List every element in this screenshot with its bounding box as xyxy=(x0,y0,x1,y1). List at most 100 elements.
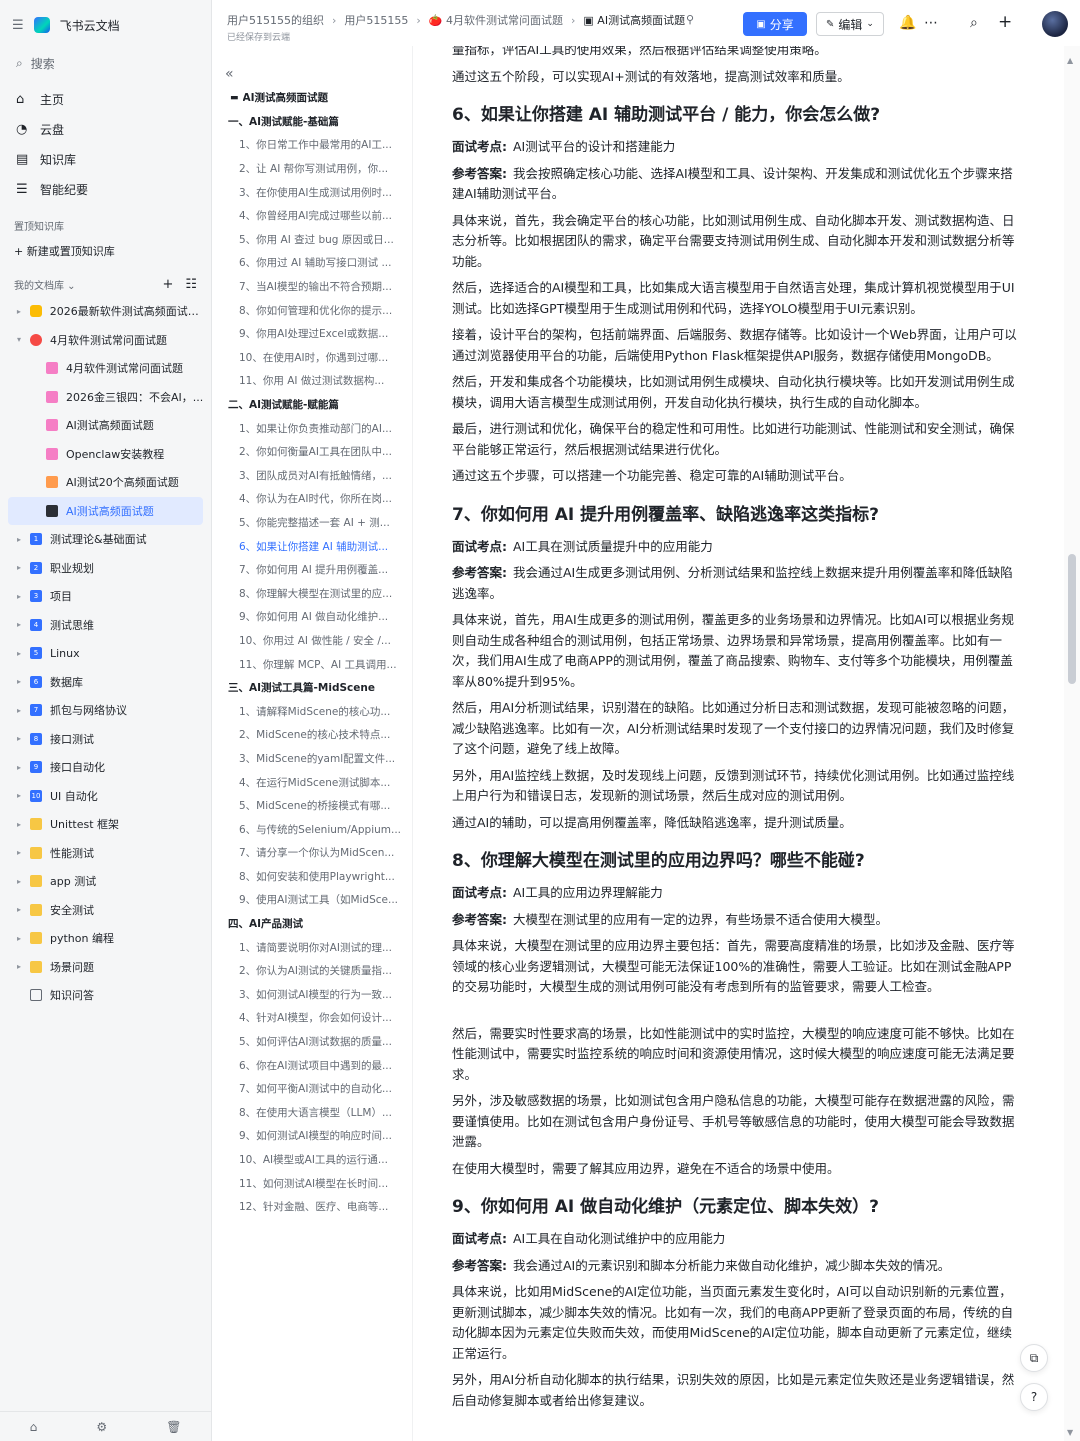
tree-item[interactable]: ▸ 3 项目 xyxy=(0,582,211,611)
caret-icon[interactable]: ▸ xyxy=(14,763,24,772)
tree-item[interactable]: ▾ 4月软件测试常问面试题 xyxy=(0,326,211,355)
share-button[interactable]: ▣ 分享 xyxy=(743,12,807,36)
tree-item[interactable]: ▸ 2 职业规划 xyxy=(0,554,211,583)
tree-item[interactable]: ▸4月软件测试常问面试题 xyxy=(0,354,211,383)
tree-item[interactable]: ▸ 2026最新软件测试高频面试题... xyxy=(0,297,211,326)
caret-icon[interactable]: ▸ xyxy=(14,620,24,629)
toc-item[interactable]: 9、使用AI测试工具（如MidSce... xyxy=(213,888,412,912)
toc-item[interactable]: 9、你用AI处理过Excel或数据... xyxy=(213,322,412,346)
toc-item[interactable]: 5、你用 AI 查过 bug 原因或日... xyxy=(213,228,412,252)
toc-item[interactable]: 6、你用过 AI 辅助写接口测试 ... xyxy=(213,251,412,275)
toc-item[interactable]: 5、你能完整描述一套 AI + 测... xyxy=(213,511,412,535)
toc-item[interactable]: 2、你如何衡量AI工具在团队中... xyxy=(213,440,412,464)
toc-item[interactable]: 8、在使用大语言模型（LLM）... xyxy=(213,1101,412,1125)
edit-mode-button[interactable]: ✎ 编辑 ⌄ xyxy=(816,12,884,36)
tree-item[interactable]: ▸ 1 测试理论&基础面试 xyxy=(0,525,211,554)
caret-icon[interactable]: ▸ xyxy=(14,706,24,715)
sidebar-nav-item[interactable]: ◔ 云盘 xyxy=(0,114,211,144)
trash-icon[interactable]: 🗑 xyxy=(166,1420,181,1434)
toc-item[interactable]: 11、你用 AI 做过测试数据构... xyxy=(213,369,412,393)
toc-item[interactable]: 3、在你使用AI生成测试用例时... xyxy=(213,180,412,204)
copy-link-icon[interactable]: ⧉ xyxy=(1020,1344,1048,1372)
toc-item[interactable]: 三、AI测试工具篇-MidScene xyxy=(213,676,412,700)
toc-item[interactable]: 6、你在AI测试项目中遇到的最... xyxy=(213,1053,412,1077)
toc-item[interactable]: 3、团队成员对AI有抵触情绪，... xyxy=(213,464,412,488)
toc-item[interactable]: ▬ AI测试高频面试题 xyxy=(213,86,412,110)
toc-item[interactable]: 7、你如何用 AI 提升用例覆盖... xyxy=(213,558,412,582)
tree-item[interactable]: ▸ app 测试 xyxy=(0,867,211,896)
toc-item[interactable]: 1、请简要说明你对AI测试的理... xyxy=(213,935,412,959)
add-icon[interactable]: + xyxy=(998,12,1012,32)
caret-icon[interactable]: ▸ xyxy=(14,677,24,686)
toc-item[interactable]: 9、你如何用 AI 做自动化维护... xyxy=(213,605,412,629)
sidebar-search[interactable]: ⌕ 搜索 xyxy=(8,50,203,76)
toc-item[interactable]: 4、你曾经用AI完成过哪些以前... xyxy=(213,204,412,228)
caret-icon[interactable]: ▸ xyxy=(14,734,24,743)
caret-icon[interactable]: ▸ xyxy=(14,820,24,829)
caret-icon[interactable]: ▸ xyxy=(14,563,24,572)
sidebar-nav-item[interactable]: ⌂ 主页 xyxy=(0,84,211,114)
caret-icon[interactable]: ▸ xyxy=(14,535,24,544)
toc-item[interactable]: 11、如何测试AI模型在长时间... xyxy=(213,1171,412,1195)
settings-icon[interactable]: ⚙ xyxy=(96,1420,107,1434)
add-icon[interactable]: + xyxy=(162,277,173,292)
caret-icon[interactable]: ▸ xyxy=(14,592,24,601)
scroll-up-icon[interactable]: ▲ xyxy=(1067,56,1073,65)
sidebar-nav-item[interactable]: ▤ 知识库 xyxy=(0,144,211,174)
caret-icon[interactable]: ▸ xyxy=(14,934,24,943)
tree-item[interactable]: ▸ 6 数据库 xyxy=(0,668,211,697)
tree-item[interactable]: ▸ 性能测试 xyxy=(0,839,211,868)
caret-icon[interactable]: ▸ xyxy=(14,307,24,316)
scroll-down-icon[interactable]: ▼ xyxy=(1067,1428,1073,1437)
toc-item[interactable]: 一、AI测试赋能-基础篇 xyxy=(213,110,412,134)
search-icon[interactable]: ⌕ xyxy=(970,15,978,31)
toc-item[interactable]: 7、如何平衡AI测试中的自动化... xyxy=(213,1077,412,1101)
toc-item[interactable]: 7、当AI模型的输出不符合预期... xyxy=(213,275,412,299)
sidebar-toggle-icon[interactable]: ☰ xyxy=(12,18,24,33)
tree-item[interactable]: ▸ 4 测试思维 xyxy=(0,611,211,640)
toc-item[interactable]: 二、AI测试赋能-赋能篇 xyxy=(213,393,412,417)
tree-item[interactable]: ▸2026金三银四：不会AI，... xyxy=(0,383,211,412)
tree-item[interactable]: ▸ 5 Linux xyxy=(0,639,211,668)
tree-item[interactable]: ▸ 9 接口自动化 xyxy=(0,753,211,782)
toc-item[interactable]: 2、MidScene的核心技术特点... xyxy=(213,723,412,747)
toc-item[interactable]: 10、AI模型或AI工具的运行通... xyxy=(213,1148,412,1172)
toc-item[interactable]: 7、请分享一个你认为MidScen... xyxy=(213,841,412,865)
tree-item[interactable]: ▸ python 编程 xyxy=(0,924,211,953)
tree-item[interactable]: ▸知识问答 xyxy=(0,981,211,1010)
toc-item[interactable]: 8、你理解大模型在测试里的应... xyxy=(213,581,412,605)
toc-item[interactable]: 4、针对AI模型，你会如何设计... xyxy=(213,1006,412,1030)
bell-icon[interactable]: 🔔 xyxy=(899,15,916,31)
caret-icon[interactable]: ▸ xyxy=(14,962,24,971)
tree-item[interactable]: ▸AI测试高频面试题 xyxy=(0,411,211,440)
toc-item[interactable]: 6、如果让你搭建 AI 辅助测试... xyxy=(213,534,412,558)
tree-item[interactable]: ▸ 10 UI 自动化 xyxy=(0,782,211,811)
tree-item[interactable]: ▸AI测试高频面试题 xyxy=(8,496,203,525)
breadcrumb-item[interactable]: 🍅 4月软件测试常问面试题 xyxy=(429,12,563,28)
toc-item[interactable]: 1、如果让你负责推动部门的AI... xyxy=(213,416,412,440)
breadcrumb-item[interactable]: ▣ AI测试高频面试题 xyxy=(583,12,685,28)
toc-item[interactable]: 2、你认为AI测试的关键质量指... xyxy=(213,959,412,983)
toc-item[interactable]: 4、在运行MidScene测试脚本... xyxy=(213,770,412,794)
toc-item[interactable]: 1、你日常工作中最常用的AI工... xyxy=(213,133,412,157)
breadcrumb-item[interactable]: 用户515155的组织 xyxy=(227,12,324,28)
scrollbar-thumb[interactable] xyxy=(1068,554,1076,684)
toc-item[interactable]: 8、你如何管理和优化你的提示... xyxy=(213,298,412,322)
new-pinned-kb-button[interactable]: + 新建或置顶知识库 xyxy=(0,237,211,265)
toc-item[interactable]: 10、在使用AI时，你遇到过哪... xyxy=(213,346,412,370)
help-icon[interactable]: ? xyxy=(1020,1383,1048,1411)
toc-item[interactable]: 11、你理解 MCP、AI 工具调用... xyxy=(213,652,412,676)
tree-item[interactable]: ▸ 场景问题 xyxy=(0,953,211,982)
toc-item[interactable]: 8、如何安装和使用Playwright... xyxy=(213,865,412,889)
sidebar-nav-item[interactable]: ☰ 智能纪要 xyxy=(0,174,211,204)
caret-icon[interactable]: ▸ xyxy=(14,649,24,658)
tree-item[interactable]: ▸ 安全测试 xyxy=(0,896,211,925)
toc-item[interactable]: 4、你认为在AI时代，你所在岗... xyxy=(213,487,412,511)
breadcrumb-item[interactable]: 用户515155 xyxy=(344,12,408,28)
pin-icon[interactable]: ⚲ xyxy=(686,13,694,26)
toc-item[interactable]: 5、如何评估AI测试数据的质量... xyxy=(213,1030,412,1054)
toc-item[interactable]: 6、与传统的Selenium/Appium... xyxy=(213,817,412,841)
toc-item[interactable]: 9、如何测试AI模型的响应时间... xyxy=(213,1124,412,1148)
toc-item[interactable]: 3、MidScene的yaml配置文件... xyxy=(213,747,412,771)
caret-icon[interactable]: ▸ xyxy=(14,848,24,857)
